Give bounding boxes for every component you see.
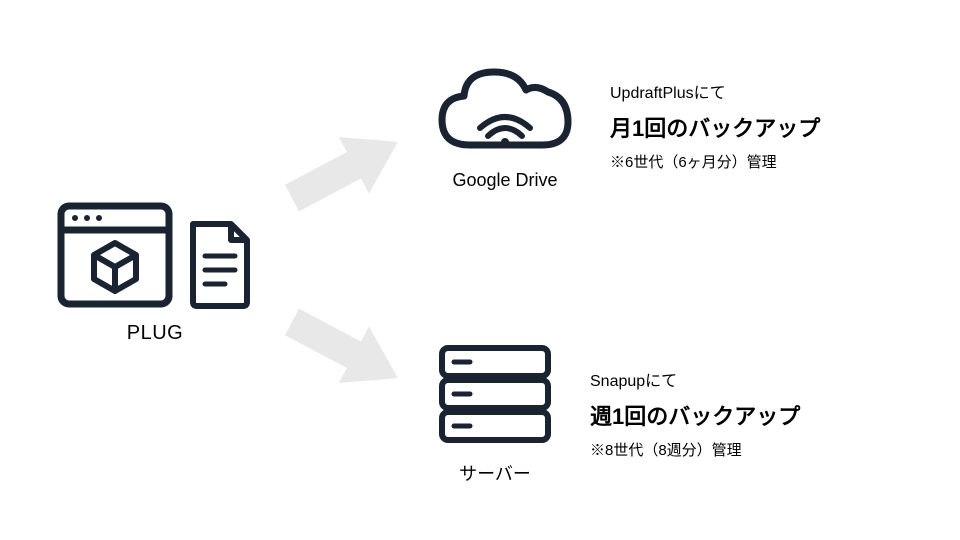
server-label: サーバー xyxy=(459,460,531,486)
document-icon xyxy=(185,220,255,310)
server-title: 週1回のバックアップ xyxy=(590,399,800,431)
cloud-label: Google Drive xyxy=(452,170,557,191)
server-icon xyxy=(430,340,560,450)
arrow-to-server-icon xyxy=(269,284,421,416)
source-icons xyxy=(55,200,255,310)
source-block: PLUG xyxy=(55,200,255,345)
server-text-block: Snapupにて 週1回のバックアップ ※8世代（8週分）管理 xyxy=(590,367,800,460)
browser-package-icon xyxy=(55,200,175,310)
server-icon-wrap: サーバー xyxy=(430,340,560,486)
server-subtitle: Snapupにて xyxy=(590,367,800,391)
cloud-subtitle: UpdraftPlusにて xyxy=(610,79,820,103)
server-note: ※8世代（8週分）管理 xyxy=(590,439,800,460)
source-label: PLUG xyxy=(127,322,183,345)
cloud-wifi-icon xyxy=(430,60,580,160)
cloud-note: ※6世代（6ヶ月分）管理 xyxy=(610,151,820,172)
arrow-to-cloud-icon xyxy=(269,104,421,236)
destination-server-block: サーバー Snapupにて 週1回のバックアップ ※8世代（8週分）管理 xyxy=(430,340,800,486)
destination-cloud-block: Google Drive UpdraftPlusにて 月1回のバックアップ ※6… xyxy=(430,60,820,191)
cloud-icon-wrap: Google Drive xyxy=(430,60,580,191)
cloud-text-block: UpdraftPlusにて 月1回のバックアップ ※6世代（6ヶ月分）管理 xyxy=(610,79,820,172)
cloud-title: 月1回のバックアップ xyxy=(610,111,820,143)
